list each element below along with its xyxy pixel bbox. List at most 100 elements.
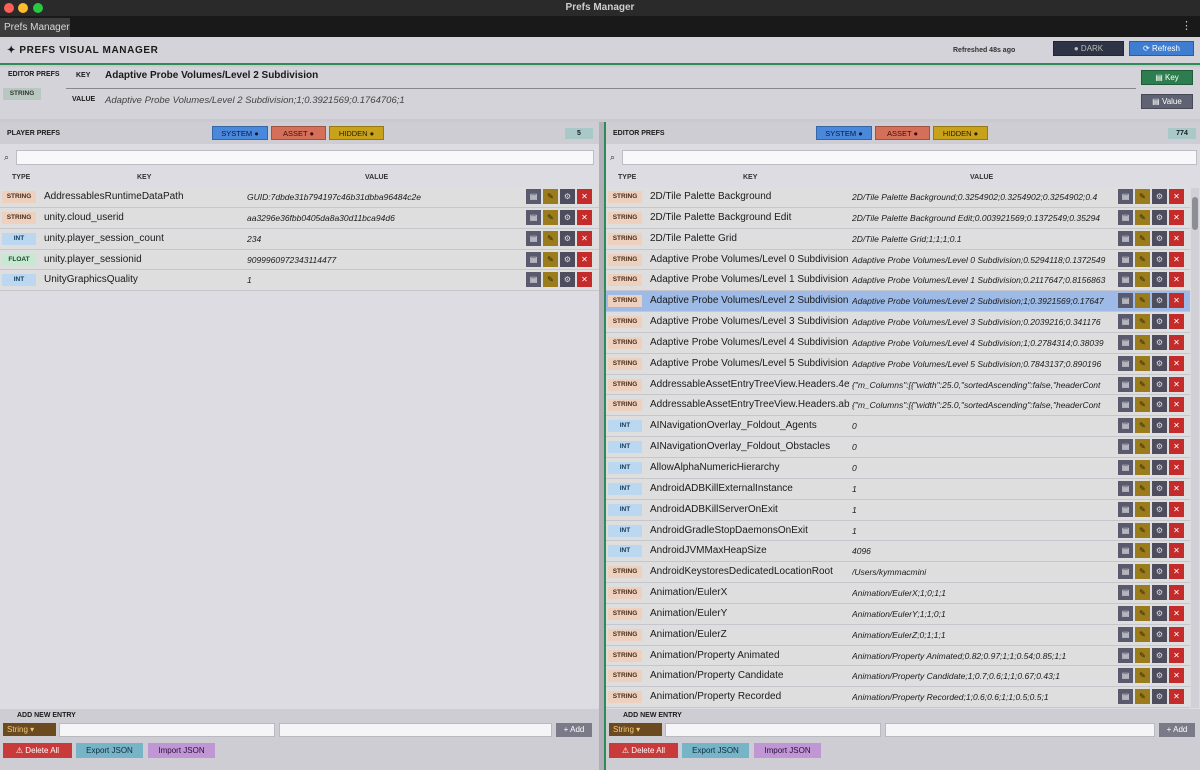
gear-icon[interactable]: ⚙	[1152, 209, 1167, 225]
edit-icon[interactable]: ▤	[1118, 230, 1133, 246]
delete-icon[interactable]: ✕	[1169, 501, 1184, 517]
filter-asset-toggle[interactable]: ASSET ●	[875, 126, 930, 140]
gear-icon[interactable]: ⚙	[1152, 189, 1167, 204]
gear-icon[interactable]: ⚙	[1152, 543, 1167, 559]
copy-icon[interactable]: ✎	[1135, 501, 1150, 517]
edit-icon[interactable]: ▤	[1118, 501, 1133, 517]
edit-icon[interactable]: ▤	[1118, 293, 1133, 309]
copy-icon[interactable]: ✎	[1135, 355, 1150, 371]
table-row[interactable]: INT AndroidADBKillExternalInstance 1 ▤ ✎ ⚙ ✕	[606, 478, 1190, 500]
copy-icon[interactable]: ✎	[1135, 543, 1150, 559]
table-row[interactable]: STRING Adaptive Probe Volumes/Level 0 Sub…	[606, 249, 1190, 271]
edit-icon[interactable]: ▤	[1118, 626, 1133, 642]
key-field[interactable]: Adaptive Probe Volumes/Level 2 Subdivisi…	[105, 70, 318, 81]
edit-icon[interactable]: ▤	[1118, 314, 1133, 330]
editor-scrollbar-thumb[interactable]	[1192, 197, 1198, 230]
edit-icon[interactable]: ▤	[1118, 543, 1133, 559]
edit-icon[interactable]: ▤	[1118, 355, 1133, 371]
edit-icon[interactable]: ▤	[1118, 397, 1133, 413]
table-row[interactable]: STRING Animation/Property Recorded Animati…	[606, 687, 1190, 709]
delete-icon[interactable]: ✕	[1169, 522, 1184, 538]
new-value-input[interactable]	[885, 723, 1155, 737]
delete-icon[interactable]: ✕	[577, 251, 592, 267]
delete-icon[interactable]: ✕	[1169, 585, 1184, 601]
gear-icon[interactable]: ⚙	[1152, 251, 1167, 267]
table-row[interactable]: STRING Adaptive Probe Volumes/Level 2 Sub…	[606, 291, 1190, 313]
copy-icon[interactable]: ✎	[1135, 376, 1150, 392]
edit-icon[interactable]: ▤	[1118, 564, 1133, 580]
gear-icon[interactable]: ⚙	[560, 251, 575, 267]
edit-icon[interactable]: ▤	[1118, 522, 1133, 538]
table-row[interactable]: STRING Animation/EulerZ Animation/EulerZ;0…	[606, 624, 1190, 646]
gear-icon[interactable]: ⚙	[1152, 501, 1167, 517]
filter-hidden-toggle[interactable]: HIDDEN ●	[329, 126, 384, 140]
table-row[interactable]: INT AndroidADBKillServerOnExit 1 ▤ ✎ ⚙ ✕	[606, 499, 1190, 521]
gear-icon[interactable]: ⚙	[1152, 605, 1167, 621]
delete-icon[interactable]: ✕	[1169, 647, 1184, 663]
copy-icon[interactable]: ✎	[1135, 439, 1150, 455]
table-row[interactable]: STRING Adaptive Probe Volumes/Level 5 Sub…	[606, 353, 1190, 375]
table-row[interactable]: STRING AddressableAssetEntryTreeView.Head…	[606, 395, 1190, 417]
edit-icon[interactable]: ▤	[526, 209, 541, 225]
gear-icon[interactable]: ⚙	[1152, 376, 1167, 392]
gear-icon[interactable]: ⚙	[1152, 459, 1167, 475]
filter-system-toggle[interactable]: SYSTEM ●	[816, 126, 872, 140]
edit-icon[interactable]: ▤	[1118, 459, 1133, 475]
copy-icon[interactable]: ✎	[1135, 230, 1150, 246]
table-row[interactable]: FLOAT unity.player_sessionid 9099960972343…	[0, 249, 599, 271]
edit-icon[interactable]: ▤	[1118, 418, 1133, 434]
type-select[interactable]: String ▾	[3, 723, 56, 736]
table-row[interactable]: INT AndroidJVMMaxHeapSize 4096 ▤ ✎ ⚙ ✕	[606, 541, 1190, 563]
delete-icon[interactable]: ✕	[577, 189, 592, 204]
copy-icon[interactable]: ✎	[1135, 209, 1150, 225]
close-window-icon[interactable]	[4, 3, 14, 13]
delete-icon[interactable]: ✕	[1169, 689, 1184, 705]
edit-icon[interactable]: ▤	[1118, 605, 1133, 621]
minimize-window-icon[interactable]	[18, 3, 28, 13]
copy-icon[interactable]: ✎	[543, 251, 558, 267]
copy-icon[interactable]: ✎	[1135, 251, 1150, 267]
edit-icon[interactable]: ▤	[526, 272, 541, 288]
delete-all-button[interactable]: ⚠ Delete All	[3, 743, 72, 758]
filter-asset-toggle[interactable]: ASSET ●	[271, 126, 326, 140]
edit-icon[interactable]: ▤	[1118, 209, 1133, 225]
copy-icon[interactable]: ✎	[543, 209, 558, 225]
add-button[interactable]: + Add	[556, 723, 592, 737]
add-button[interactable]: + Add	[1159, 723, 1195, 737]
new-key-input[interactable]	[59, 723, 275, 737]
table-row[interactable]: INT AINavigationOverlay_Foldout_Agents 0 ▤ ✎…	[606, 416, 1190, 438]
delete-icon[interactable]: ✕	[1169, 272, 1184, 288]
delete-icon[interactable]: ✕	[577, 230, 592, 246]
gear-icon[interactable]: ⚙	[560, 230, 575, 246]
delete-icon[interactable]: ✕	[1169, 626, 1184, 642]
table-row[interactable]: STRING Animation/Property Animated Animati…	[606, 645, 1190, 667]
delete-icon[interactable]: ✕	[1169, 397, 1184, 413]
more-options-icon[interactable]: ⋮	[1181, 19, 1192, 32]
refresh-button[interactable]: ⟳ Refresh	[1129, 41, 1194, 56]
copy-icon[interactable]: ✎	[1135, 668, 1150, 684]
edit-icon[interactable]: ▤	[1118, 480, 1133, 496]
copy-icon[interactable]: ✎	[1135, 418, 1150, 434]
edit-icon[interactable]: ▤	[1118, 272, 1133, 288]
gear-icon[interactable]: ⚙	[1152, 397, 1167, 413]
filter-hidden-toggle[interactable]: HIDDEN ●	[933, 126, 988, 140]
delete-icon[interactable]: ✕	[1169, 251, 1184, 267]
delete-icon[interactable]: ✕	[1169, 334, 1184, 350]
dark-mode-button[interactable]: ● DARK	[1053, 41, 1124, 56]
edit-icon[interactable]: ▤	[1118, 376, 1133, 392]
gear-icon[interactable]: ⚙	[1152, 418, 1167, 434]
table-row[interactable]: STRING Animation/EulerY Animation/EulerY;1…	[606, 603, 1190, 625]
gear-icon[interactable]: ⚙	[1152, 480, 1167, 496]
delete-icon[interactable]: ✕	[1169, 376, 1184, 392]
import-json-button[interactable]: Import JSON	[754, 743, 821, 758]
table-row[interactable]: STRING Adaptive Probe Volumes/Level 4 Sub…	[606, 332, 1190, 354]
table-row[interactable]: STRING Adaptive Probe Volumes/Level 1 Sub…	[606, 270, 1190, 292]
gear-icon[interactable]: ⚙	[1152, 314, 1167, 330]
delete-icon[interactable]: ✕	[1169, 314, 1184, 330]
table-row[interactable]: INT AllowAlphaNumericHierarchy 0 ▤ ✎ ⚙ ✕	[606, 457, 1190, 479]
delete-icon[interactable]: ✕	[1169, 564, 1184, 580]
table-row[interactable]: STRING AddressableAssetEntryTreeView.Head…	[606, 374, 1190, 396]
edit-icon[interactable]: ▤	[1118, 585, 1133, 601]
edit-icon[interactable]: ▤	[1118, 647, 1133, 663]
delete-icon[interactable]: ✕	[1169, 230, 1184, 246]
